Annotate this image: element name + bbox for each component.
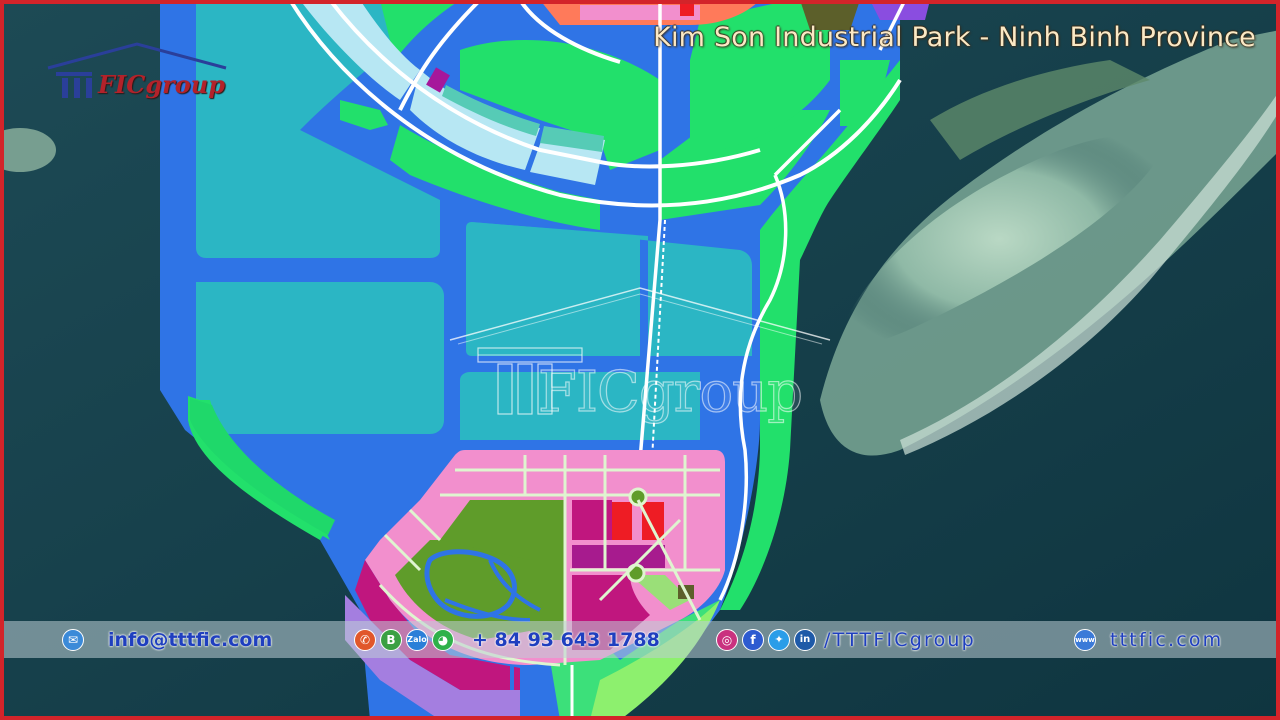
linkedin-icon[interactable]: in bbox=[794, 628, 816, 651]
social-item[interactable]: ◎ f ✦ in /TTTFICgroup bbox=[716, 621, 976, 658]
email-text[interactable]: info@tttfic.com bbox=[108, 629, 272, 651]
website-item[interactable]: www tttfic.com bbox=[1074, 621, 1223, 658]
instagram-icon[interactable]: ◎ bbox=[716, 628, 738, 651]
mail-icon: ✉ bbox=[62, 628, 84, 651]
watermark-text: FICgroup bbox=[537, 359, 803, 425]
business-chat-icon[interactable]: B bbox=[380, 628, 402, 651]
social-handle-text[interactable]: /TTTFICgroup bbox=[824, 629, 976, 651]
phone-icon[interactable]: ✆ bbox=[354, 628, 376, 651]
zalo-icon[interactable]: Zalo bbox=[406, 628, 428, 651]
twitter-icon[interactable]: ✦ bbox=[768, 628, 790, 651]
watermark-logo: FICgroup bbox=[440, 282, 840, 442]
globe-icon: www bbox=[1074, 628, 1096, 651]
phone-item[interactable]: ✆ B Zalo ◕ + 84 93 643 1788 bbox=[354, 621, 660, 658]
logo-text: FICgroup bbox=[98, 70, 226, 99]
email-item[interactable]: ✉ info@tttfic.com bbox=[62, 621, 272, 658]
facebook-icon[interactable]: f bbox=[742, 628, 764, 651]
wechat-icon[interactable]: ◕ bbox=[432, 628, 454, 651]
contact-bar: ✉ info@tttfic.com ✆ B Zalo ◕ + 84 93 643… bbox=[4, 621, 1276, 658]
phone-text[interactable]: + 84 93 643 1788 bbox=[472, 629, 660, 651]
website-text[interactable]: tttfic.com bbox=[1110, 629, 1223, 651]
company-logo: FICgroup bbox=[42, 40, 232, 110]
page-title: Kim Son Industrial Park - Ninh Binh Prov… bbox=[653, 22, 1256, 53]
